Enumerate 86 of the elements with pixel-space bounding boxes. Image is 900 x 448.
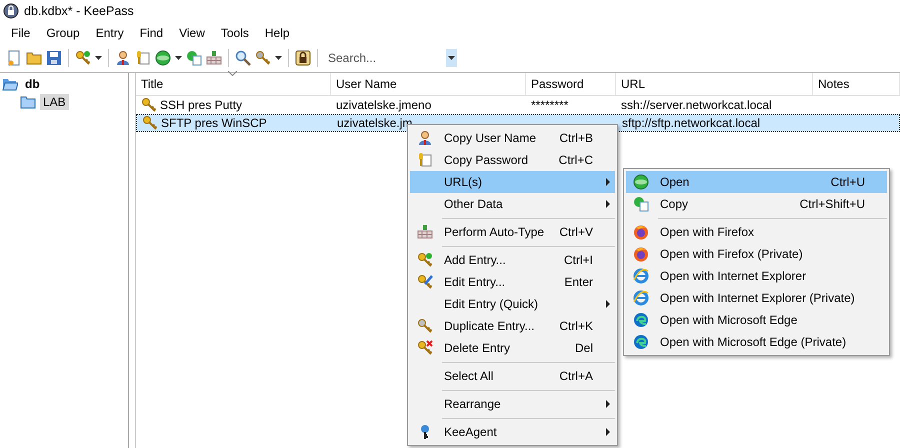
submenu-arrow-icon bbox=[606, 300, 610, 308]
lock-icon bbox=[3, 3, 19, 19]
globe-icon bbox=[155, 50, 171, 66]
person-icon bbox=[417, 130, 433, 146]
key-icon bbox=[255, 50, 271, 66]
lock-icon bbox=[295, 50, 311, 66]
caret-icon[interactable] bbox=[95, 56, 102, 60]
menu-item[interactable]: Select All Ctrl+A bbox=[410, 365, 615, 387]
folder-icon bbox=[26, 50, 42, 66]
key-icon bbox=[417, 252, 433, 268]
submenu-arrow-icon bbox=[606, 400, 610, 408]
menu-item[interactable]: Open with Microsoft Edge (Private) bbox=[626, 331, 887, 353]
menu-item[interactable]: Other Data bbox=[410, 193, 615, 215]
menu-bar-item[interactable]: Group bbox=[38, 24, 88, 42]
firefox-icon bbox=[633, 224, 649, 240]
table-cell: SSH pres Putty bbox=[160, 98, 242, 112]
menu-item[interactable]: Duplicate Entry... Ctrl+K bbox=[410, 315, 615, 337]
globe-icon bbox=[186, 50, 202, 66]
table-cell: uzivatelske.jmeno bbox=[336, 98, 432, 112]
edge-icon bbox=[633, 312, 649, 328]
column-header[interactable]: Notes bbox=[813, 73, 900, 95]
key-icon bbox=[417, 152, 433, 168]
menu-item[interactable]: Delete Entry Del bbox=[410, 337, 615, 359]
window-title: db.kdbx* - KeePass bbox=[24, 4, 134, 18]
caret-icon[interactable] bbox=[275, 56, 282, 60]
keyboard-icon bbox=[206, 50, 222, 66]
table-cell: sftp://sftp.networkcat.local bbox=[622, 116, 760, 130]
column-header[interactable]: Title bbox=[136, 73, 331, 95]
menu-item[interactable]: Copy User Name Ctrl+B bbox=[410, 127, 615, 149]
globe-icon bbox=[633, 174, 649, 190]
menu-item[interactable]: Edit Entry (Quick) bbox=[410, 293, 615, 315]
person-icon bbox=[115, 50, 131, 66]
menu-bar-item[interactable]: Entry bbox=[88, 24, 132, 42]
globe-icon bbox=[633, 196, 649, 212]
menu-item[interactable]: Open with Microsoft Edge bbox=[626, 309, 887, 331]
sort-icon bbox=[228, 71, 237, 76]
ie-icon bbox=[633, 290, 649, 306]
table-cell: SFTP pres WinSCP bbox=[161, 116, 267, 130]
column-header[interactable]: User Name bbox=[331, 73, 526, 95]
key-icon bbox=[417, 274, 433, 290]
key-icon bbox=[135, 50, 151, 66]
submenu-arrow-icon bbox=[606, 178, 610, 186]
caret-icon bbox=[448, 56, 455, 60]
key-icon bbox=[75, 50, 91, 66]
menu-item[interactable]: Open with Internet Explorer bbox=[626, 265, 887, 287]
menu-item[interactable]: Copy Password Ctrl+C bbox=[410, 149, 615, 171]
table-cell: uzivatelske.jm bbox=[337, 116, 412, 130]
menu-item[interactable]: Open with Internet Explorer (Private) bbox=[626, 287, 887, 309]
tree-item[interactable]: LAB bbox=[40, 94, 69, 110]
menu-bar-item[interactable]: Find bbox=[132, 24, 172, 42]
tree-item[interactable]: db bbox=[22, 76, 43, 92]
search-icon bbox=[235, 50, 251, 66]
menu-item[interactable]: Open with Firefox (Private) bbox=[626, 243, 887, 265]
menu-item[interactable]: KeeAgent bbox=[410, 421, 615, 443]
ie-icon bbox=[633, 268, 649, 284]
folder-icon bbox=[2, 76, 18, 92]
search-dropdown-button[interactable] bbox=[446, 49, 457, 67]
submenu-arrow-icon bbox=[606, 428, 610, 436]
menu-item[interactable]: Rearrange bbox=[410, 393, 615, 415]
menu-item[interactable]: Copy Ctrl+Shift+U bbox=[626, 193, 887, 215]
edge-icon bbox=[633, 334, 649, 350]
menu-item[interactable]: Open with Firefox bbox=[626, 221, 887, 243]
column-header[interactable]: URL bbox=[616, 73, 813, 95]
key-icon bbox=[141, 97, 157, 113]
menu-item[interactable]: Open Ctrl+U bbox=[626, 171, 887, 193]
table-cell: ssh://server.networkcat.local bbox=[621, 98, 772, 112]
new-file-icon bbox=[6, 50, 22, 66]
column-header[interactable]: Password bbox=[526, 73, 616, 95]
menu-item[interactable]: URL(s) bbox=[410, 171, 615, 193]
menu-item[interactable]: Perform Auto-Type Ctrl+V bbox=[410, 221, 615, 243]
key-icon bbox=[142, 115, 158, 131]
menu-item[interactable]: Add Entry... Ctrl+I bbox=[410, 249, 615, 271]
submenu-arrow-icon bbox=[606, 200, 610, 208]
menu-item[interactable]: Edit Entry... Enter bbox=[410, 271, 615, 293]
table-cell: ******** bbox=[531, 98, 568, 112]
menu-bar-item[interactable]: File bbox=[3, 24, 38, 42]
caret-icon[interactable] bbox=[175, 56, 182, 60]
keyboard-icon bbox=[417, 224, 433, 240]
folder-icon bbox=[20, 94, 36, 110]
menu-bar-item[interactable]: Help bbox=[256, 24, 298, 42]
firefox-icon bbox=[633, 246, 649, 262]
key-icon bbox=[417, 318, 433, 334]
save-icon bbox=[46, 50, 62, 66]
menu-bar-item[interactable]: View bbox=[171, 24, 213, 42]
menu-bar-item[interactable]: Tools bbox=[212, 24, 257, 42]
key-icon bbox=[417, 340, 433, 356]
